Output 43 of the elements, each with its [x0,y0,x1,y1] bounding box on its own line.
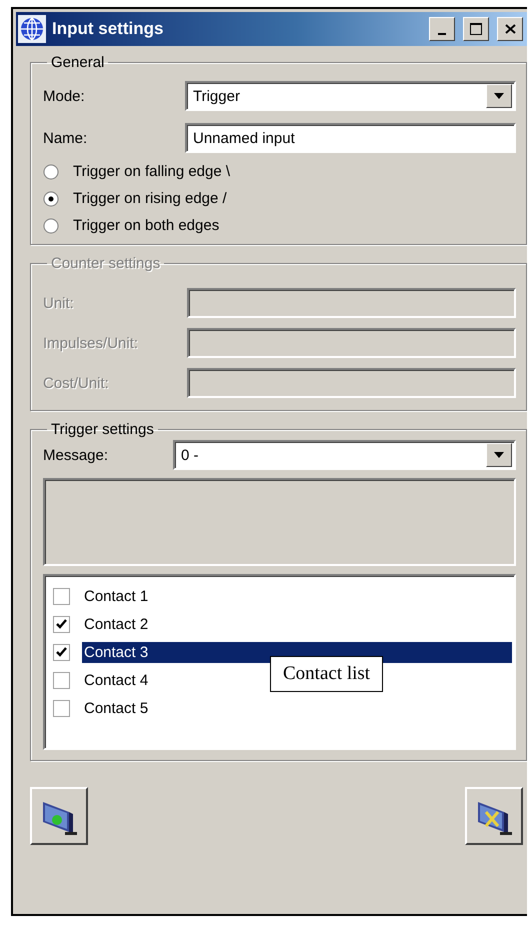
minimize-button[interactable] [429,17,455,41]
window-title: Input settings [52,19,164,39]
list-item[interactable]: Contact 1 [82,586,150,606]
caret-icon [494,93,504,99]
field-label: Name: [43,130,88,146]
group-title: Trigger settings [50,421,155,438]
dropdown-button[interactable] [486,443,512,467]
checkbox[interactable] [53,588,70,604]
maximize-button[interactable] [463,17,489,41]
field-label: Cost/Unit: [43,374,110,392]
list-item[interactable]: Contact 5 [82,698,150,718]
checkbox[interactable] [53,672,70,688]
field-label: Unit: [43,294,75,312]
name-field[interactable]: Unnamed input [185,123,516,153]
ok-button[interactable] [30,787,88,845]
group-title: Counter settings [50,255,162,272]
dropdown-button[interactable] [486,84,512,108]
cancel-button[interactable] [465,787,523,845]
radio-label: Trigger on rising edge / [73,190,227,207]
radio-button[interactable] [43,190,59,206]
minimize-icon [438,33,446,35]
list-item[interactable]: Contact 3 [82,642,512,662]
close-button[interactable] [497,17,523,41]
caret-icon [494,452,504,458]
list-item[interactable]: Contact 2 [82,614,150,634]
checkbox[interactable] [53,616,70,632]
field-label: Impulses/Unit: [43,334,140,352]
field-label: Message: [43,446,110,464]
radio-label: Trigger on falling edge \ [73,163,230,180]
radio-button[interactable] [43,218,59,234]
field-label: Mode: [43,88,86,104]
close-icon [504,24,516,34]
globe-icon [18,15,46,43]
mode-dropdown[interactable]: Trigger [185,81,516,111]
checkbox[interactable] [53,644,70,660]
annotation-label: Contact list [270,656,384,692]
radio-button[interactable] [43,164,59,180]
group-title: General [50,54,106,71]
radio-label: Trigger on both edges [73,217,220,234]
message-dropdown[interactable]: 0 - [173,440,516,470]
list-item[interactable]: Contact 4 [82,670,150,690]
maximize-icon [470,23,482,35]
checkbox[interactable] [53,700,70,716]
